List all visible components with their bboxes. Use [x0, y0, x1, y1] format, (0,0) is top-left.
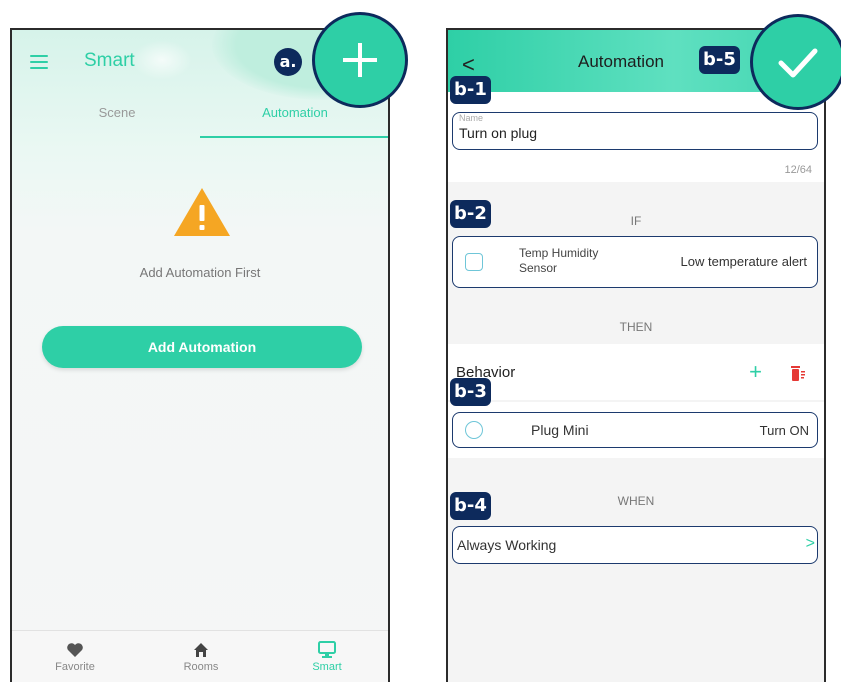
then-device-name: Plug Mini	[531, 422, 589, 438]
add-behavior-icon[interactable]: +	[749, 359, 762, 385]
if-section-label: IF	[630, 214, 642, 228]
if-device-name: Temp Humidity Sensor	[519, 246, 599, 275]
bottom-nav: Favorite Rooms Smart	[12, 630, 388, 682]
name-label: Name	[459, 113, 484, 123]
name-field[interactable]: Name Turn on plug	[452, 112, 818, 150]
behavior-bar: Behavior +	[448, 344, 824, 400]
annotation-a: a.	[274, 48, 302, 76]
smart-screen: Smart Scene Automation Add Automation Fi…	[10, 28, 390, 682]
heart-icon	[67, 643, 83, 657]
nav-label: Favorite	[55, 661, 95, 673]
annotation-b2: b-2	[450, 200, 491, 228]
chevron-right-icon: >	[805, 535, 815, 552]
when-section-label: WHEN	[617, 494, 655, 508]
editor-title: Automation	[578, 52, 664, 71]
app-title: Smart	[84, 50, 135, 71]
if-condition-row[interactable]: Temp Humidity Sensor Low temperature ale…	[452, 236, 818, 288]
automation-editor-screen: < Automation Name Turn on plug 12/64 IF …	[446, 28, 826, 682]
then-section-label: THEN	[619, 320, 653, 334]
name-value: Turn on plug	[459, 125, 538, 141]
home-icon	[194, 643, 208, 657]
behavior-list: Plug Mini Turn ON	[448, 402, 824, 458]
nav-label: Smart	[312, 661, 342, 673]
add-automation-button[interactable]: Add Automation	[42, 326, 362, 368]
annotation-b5: b-5	[699, 46, 740, 74]
hamburger-icon[interactable]	[30, 55, 48, 69]
name-counter: 12/64	[784, 164, 812, 176]
plug-icon	[465, 421, 483, 439]
confirm-button[interactable]	[750, 14, 841, 110]
warning-icon	[174, 188, 230, 236]
when-row[interactable]: Always Working >	[452, 526, 818, 564]
trash-icon[interactable]	[790, 364, 806, 382]
nav-smart[interactable]: Smart	[282, 639, 372, 673]
sensor-icon	[465, 253, 483, 271]
tab-scene[interactable]: Scene	[42, 102, 192, 138]
if-condition: Low temperature alert	[680, 254, 807, 269]
annotation-b4: b-4	[450, 492, 491, 520]
when-value: Always Working	[457, 537, 557, 553]
annotation-b1: b-1	[450, 76, 491, 104]
tab-bar: Scene Automation	[12, 102, 388, 138]
empty-message: Add Automation First	[139, 265, 261, 280]
then-action-row[interactable]: Plug Mini Turn ON	[452, 412, 818, 448]
nav-rooms[interactable]: Rooms	[156, 639, 246, 673]
check-icon	[778, 48, 818, 78]
nav-favorite[interactable]: Favorite	[30, 639, 120, 673]
back-icon[interactable]: <	[462, 52, 475, 78]
monitor-icon	[318, 641, 336, 658]
annotation-b3: b-3	[450, 378, 491, 406]
add-button[interactable]	[312, 12, 408, 108]
nav-label: Rooms	[183, 661, 219, 673]
plus-icon	[343, 43, 377, 77]
then-action: Turn ON	[759, 423, 809, 438]
